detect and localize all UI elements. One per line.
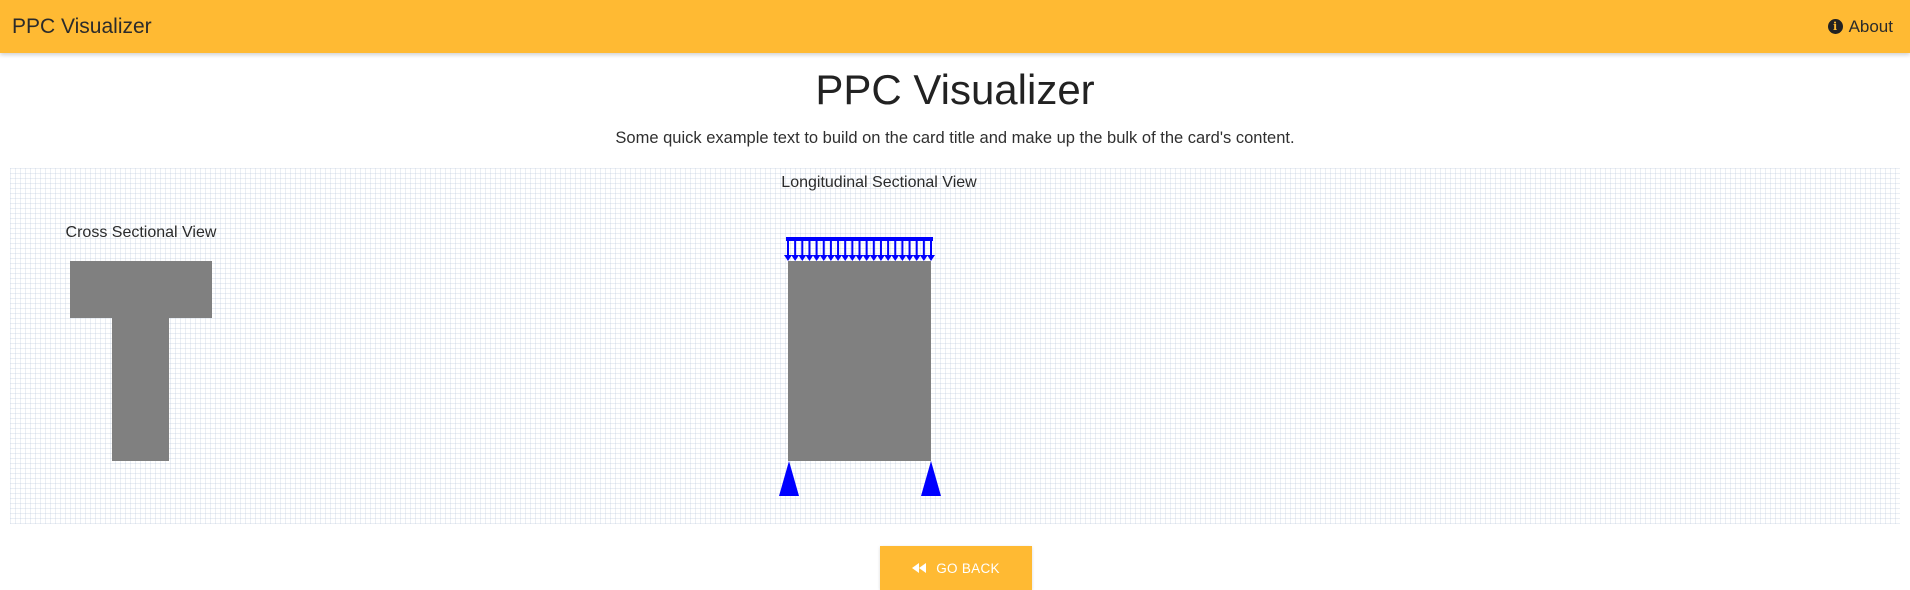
load-arrow (919, 241, 928, 261)
load-arrow (848, 241, 857, 261)
load-arrow (812, 241, 821, 261)
load-arrow (784, 241, 792, 261)
load-arrow (905, 241, 914, 261)
go-back-label: GO BACK (936, 560, 1000, 576)
top-navbar: PPC Visualizer i About (0, 0, 1910, 53)
rewind-icon (912, 563, 927, 573)
longitudinal-beam (788, 261, 931, 461)
longitudinal-section-label: Longitudinal Sectional View (781, 174, 977, 191)
page-subtitle: Some quick example text to build on the … (615, 129, 1295, 147)
load-arrow (869, 241, 878, 261)
visualizer-svg: Cross Sectional View Longitudinal Sectio… (66, 174, 977, 496)
load-arrow (805, 241, 814, 261)
load-arrow (834, 241, 843, 261)
right-support (921, 461, 941, 496)
load-arrow (798, 241, 807, 261)
load-arrow (819, 241, 828, 261)
about-label: About (1848, 16, 1893, 36)
load-arrow (791, 241, 800, 261)
distributed-load (784, 237, 935, 261)
visualizer-canvas: Cross Sectional View Longitudinal Sectio… (10, 168, 1900, 524)
info-circle-icon: i (1827, 19, 1843, 34)
load-arrow (891, 241, 900, 261)
load-arrow (898, 241, 907, 261)
load-arrow (855, 241, 864, 261)
page-title: PPC Visualizer (815, 66, 1095, 113)
load-bar (786, 237, 933, 241)
load-arrow (862, 241, 871, 261)
go-back-button[interactable]: GO BACK (880, 546, 1032, 590)
load-arrow (884, 241, 893, 261)
navbar-brand[interactable]: PPC Visualizer (12, 15, 152, 39)
cross-section-label: Cross Sectional View (66, 224, 217, 241)
left-support (779, 461, 799, 496)
about-link[interactable]: i About (1827, 16, 1893, 37)
load-arrow (841, 241, 850, 261)
load-arrow (876, 241, 885, 261)
t-cross-section (70, 261, 212, 461)
load-arrow (912, 241, 921, 261)
load-arrow (826, 241, 835, 261)
load-arrow (927, 241, 935, 261)
